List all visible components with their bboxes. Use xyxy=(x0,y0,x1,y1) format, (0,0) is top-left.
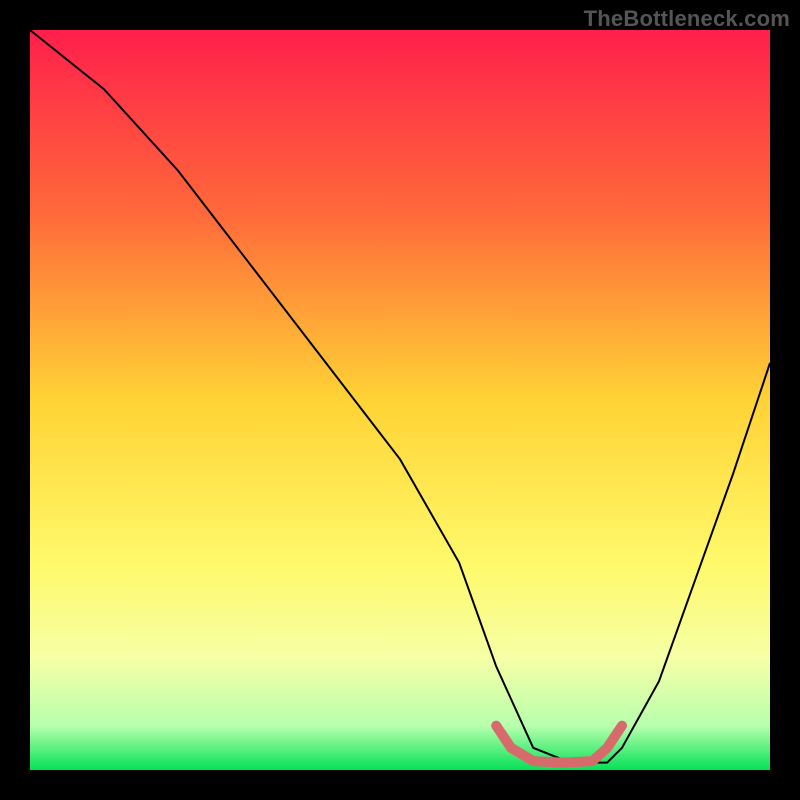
chart-svg xyxy=(0,0,800,800)
watermark-text: TheBottleneck.com xyxy=(584,6,790,32)
chart-frame: TheBottleneck.com xyxy=(0,0,800,800)
plot-gradient-rect xyxy=(30,30,770,770)
